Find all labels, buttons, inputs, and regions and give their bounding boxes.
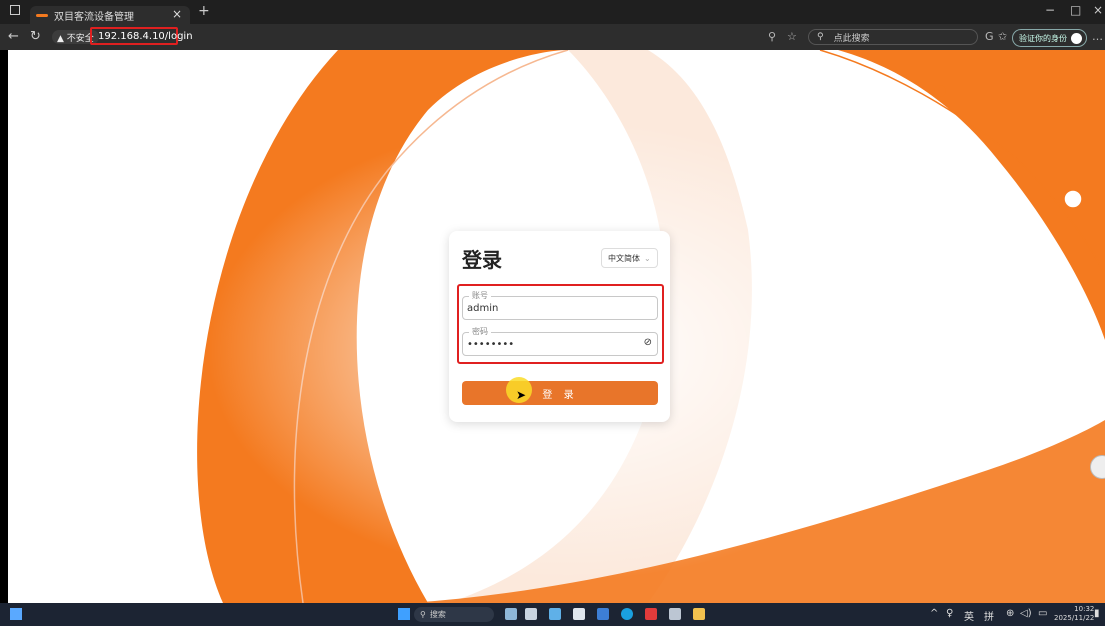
taskbar-search-label: 搜索 bbox=[429, 610, 446, 619]
login-title: 登录 bbox=[462, 248, 502, 272]
browser-tab[interactable]: 双目客流设备管理 × bbox=[30, 6, 190, 24]
widgets-icon[interactable] bbox=[10, 608, 22, 620]
windows-taskbar: ⚲ 搜索 ^ ♀ 英 拼 ⊕ ◁) ▭ 10:32 2025/11/22 ▮ bbox=[0, 603, 1105, 626]
login-button[interactable]: 登 录 bbox=[462, 381, 658, 405]
profile-avatar-icon bbox=[1071, 32, 1082, 44]
ime-pinyin[interactable]: 拼 bbox=[984, 608, 994, 623]
password-field[interactable]: 密码 ⊘ bbox=[462, 326, 658, 356]
clock-time: 10:32 bbox=[1074, 605, 1095, 613]
windows-start-icon[interactable] bbox=[398, 608, 410, 620]
tab-close-icon[interactable]: × bbox=[172, 7, 182, 21]
profile-button[interactable]: 验证你的身份 bbox=[1012, 29, 1087, 47]
favorites-icon[interactable]: ✩ bbox=[998, 30, 1007, 43]
app-icon-6[interactable] bbox=[669, 608, 681, 620]
favorite-star-icon[interactable]: ☆ bbox=[787, 30, 797, 43]
new-tab-button[interactable]: + bbox=[198, 3, 210, 19]
window-menu-icon[interactable] bbox=[10, 5, 20, 15]
clock-date: 2025/11/22 bbox=[1054, 614, 1095, 622]
wps-icon[interactable] bbox=[645, 608, 657, 620]
back-icon[interactable]: ← bbox=[8, 29, 19, 44]
volume-icon[interactable]: ◁) bbox=[1020, 608, 1032, 619]
notification-icon[interactable]: ▮ bbox=[1094, 608, 1100, 619]
browser-tab-bar: 双目客流设备管理 × + − □ × bbox=[0, 0, 1105, 24]
ime-english[interactable]: 英 bbox=[964, 608, 974, 623]
refresh-icon[interactable]: ↻ bbox=[30, 29, 41, 44]
app-icon-3[interactable] bbox=[549, 608, 561, 620]
taskbar-search[interactable]: ⚲ 搜索 bbox=[414, 607, 494, 622]
password-label: 密码 bbox=[469, 326, 491, 337]
login-page: 登录 中文简体 ⌄ 账号 密码 ⊘ 登 录 bbox=[8, 50, 1105, 603]
browser-search-box[interactable]: ⚲ 点此搜索 bbox=[808, 29, 978, 45]
language-value: 中文简体 bbox=[608, 253, 640, 263]
search-icon: ⚲ bbox=[420, 610, 426, 619]
browser-app-icon[interactable] bbox=[621, 608, 633, 620]
taskbar-clock[interactable]: 10:32 2025/11/22 bbox=[1054, 605, 1094, 623]
url-field[interactable]: 192.168.4.10/login bbox=[90, 27, 193, 45]
copilot-icon[interactable]: G bbox=[985, 30, 994, 43]
app-icon-4[interactable] bbox=[573, 608, 585, 620]
app-icon-5[interactable] bbox=[597, 608, 609, 620]
login-card: 登录 中文简体 ⌄ 账号 密码 ⊘ 登 录 bbox=[449, 231, 670, 422]
key-icon[interactable]: ⚲ bbox=[768, 30, 776, 43]
account-field[interactable]: 账号 bbox=[462, 290, 658, 320]
search-placeholder: 点此搜索 bbox=[833, 33, 870, 44]
tray-chevron-icon[interactable]: ^ bbox=[930, 608, 938, 619]
eye-off-icon[interactable]: ⊘ bbox=[644, 337, 652, 348]
address-bar-row: ← ↻ ▲ 不安全 192.168.4.10/login ⚲ ☆ ⚲ 点此搜索 … bbox=[0, 24, 1105, 50]
chevron-down-icon: ⌄ bbox=[644, 253, 651, 263]
battery-icon[interactable]: ▭ bbox=[1038, 608, 1047, 619]
profile-label: 验证你的身份 bbox=[1019, 33, 1067, 43]
network-icon[interactable]: ⊕ bbox=[1006, 608, 1014, 619]
mouse-pointer-icon: ➤ bbox=[516, 388, 527, 402]
tab-favicon-icon bbox=[36, 13, 48, 17]
account-input[interactable] bbox=[467, 301, 637, 315]
app-icon-2[interactable] bbox=[525, 608, 537, 620]
file-explorer-icon[interactable] bbox=[693, 608, 705, 620]
password-input[interactable] bbox=[467, 337, 637, 351]
tab-title: 双目客流设备管理 bbox=[54, 11, 134, 23]
tray-mic-icon[interactable]: ♀ bbox=[946, 608, 953, 619]
app-icon-1[interactable] bbox=[505, 608, 517, 620]
search-icon: ⚲ bbox=[817, 32, 824, 42]
close-window-button[interactable]: × bbox=[1093, 3, 1103, 17]
minimize-button[interactable]: − bbox=[1045, 3, 1055, 17]
account-label: 账号 bbox=[469, 290, 491, 301]
more-menu-icon[interactable]: … bbox=[1092, 30, 1103, 43]
maximize-button[interactable]: □ bbox=[1070, 3, 1081, 17]
language-select[interactable]: 中文简体 ⌄ bbox=[601, 248, 658, 268]
